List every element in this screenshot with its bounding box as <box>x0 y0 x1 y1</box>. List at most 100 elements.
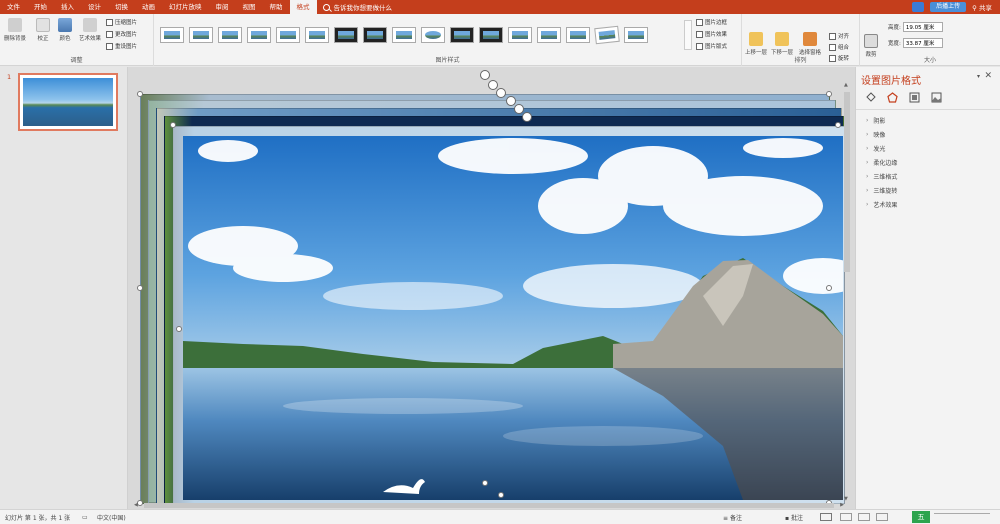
style-thumb[interactable] <box>392 27 416 43</box>
pane-options-icon[interactable]: ▾ <box>977 73 980 80</box>
tab-help[interactable]: 帮助 <box>263 0 290 14</box>
style-thumb[interactable] <box>624 27 648 43</box>
style-thumb[interactable] <box>566 27 590 43</box>
style-thumb[interactable] <box>421 27 445 43</box>
scroll-right-icon[interactable]: ▶ <box>840 502 844 508</box>
rotate-handle-icon[interactable] <box>522 112 532 122</box>
slide-thumbnail[interactable] <box>18 73 118 131</box>
tab-view[interactable]: 视图 <box>236 0 263 14</box>
tab-file[interactable]: 文件 <box>0 0 27 14</box>
comments-button[interactable]: ▪ 批注 <box>785 513 803 522</box>
height-input[interactable] <box>902 22 943 32</box>
picture-effects-button[interactable]: 图片效果 <box>696 30 727 38</box>
tab-format[interactable]: 格式 <box>289 0 317 14</box>
hscroll-thumb[interactable] <box>144 503 834 508</box>
style-thumb[interactable] <box>594 25 620 45</box>
rotate-handle-icon[interactable] <box>496 88 506 98</box>
style-thumb[interactable] <box>305 27 329 43</box>
horizontal-scrollbar[interactable]: ◀ ▶ <box>134 502 844 509</box>
rotate-button[interactable]: 旋转 <box>829 54 849 62</box>
tell-me-box[interactable]: 告诉我你想要做什么 <box>322 2 392 12</box>
style-thumb[interactable] <box>363 27 387 43</box>
pane-tabs <box>864 91 943 104</box>
picture-border-button[interactable]: 图片边框 <box>696 18 727 26</box>
reflection-section[interactable]: › 映像 <box>866 130 885 139</box>
reset-picture-button[interactable]: 重设图片 <box>106 42 137 50</box>
scroll-thumb[interactable] <box>844 92 850 272</box>
style-thumb[interactable] <box>508 27 532 43</box>
resize-handle[interactable] <box>498 492 504 498</box>
resize-handle[interactable] <box>826 285 832 291</box>
resize-handle[interactable] <box>482 480 488 486</box>
bring-forward-button[interactable]: 上移一层 <box>745 32 767 56</box>
color-button[interactable]: 颜色 <box>58 18 72 42</box>
ime-toolbar[interactable] <box>934 513 990 521</box>
resize-handle[interactable] <box>137 91 143 97</box>
compress-pictures-button[interactable]: 压缩图片 <box>106 18 137 26</box>
chevron-right-icon: › <box>866 131 869 138</box>
style-thumb[interactable] <box>479 27 503 43</box>
style-thumb[interactable] <box>276 27 300 43</box>
scroll-left-icon[interactable]: ◀ <box>134 502 138 508</box>
3d-format-section[interactable]: › 三维格式 <box>866 172 897 181</box>
tab-insert[interactable]: 插入 <box>54 0 81 14</box>
tab-transitions[interactable]: 切换 <box>108 0 135 14</box>
align-button[interactable]: 对齐 <box>829 32 849 40</box>
close-icon[interactable]: ✕ <box>984 71 992 81</box>
normal-view-icon[interactable] <box>820 513 832 521</box>
fill-line-tab[interactable] <box>864 91 877 104</box>
style-thumb[interactable] <box>450 27 474 43</box>
picture-layout-button[interactable]: 图片版式 <box>696 42 727 50</box>
style-thumb[interactable] <box>189 27 213 43</box>
width-input[interactable] <box>902 38 943 48</box>
group-button[interactable]: 组合 <box>829 43 849 51</box>
slide-sorter-icon[interactable] <box>840 513 852 521</box>
slideshow-view-icon[interactable] <box>876 513 888 521</box>
resize-handle[interactable] <box>176 326 182 332</box>
rotate-handle-icon[interactable] <box>480 70 490 80</box>
pane-divider <box>856 109 1000 110</box>
style-thumb[interactable] <box>160 27 184 43</box>
spellcheck-icon[interactable]: ▭ <box>82 514 88 521</box>
artistic-effects-section[interactable]: › 艺术效果 <box>866 200 897 209</box>
remove-background-button[interactable]: 删除背景 <box>4 18 26 42</box>
selection-pane-button[interactable]: 选择窗格 <box>799 32 821 56</box>
selection-pane-icon <box>803 32 817 46</box>
picture-tab[interactable] <box>930 91 943 104</box>
style-thumb[interactable] <box>218 27 242 43</box>
scroll-up-icon[interactable]: ▲ <box>844 82 850 88</box>
resize-handle[interactable] <box>137 285 143 291</box>
share-button[interactable]: ⚲ 共享 <box>972 2 992 12</box>
tab-home[interactable]: 开始 <box>27 0 54 14</box>
vertical-scrollbar[interactable]: ▲ ▼ <box>843 82 851 502</box>
3d-rotation-section[interactable]: › 三维旋转 <box>866 186 897 195</box>
soft-edges-section[interactable]: › 柔化边缘 <box>866 158 897 167</box>
upload-button[interactable]: 后播上传 <box>930 2 967 12</box>
glow-section[interactable]: › 发光 <box>866 144 885 153</box>
style-thumb[interactable] <box>334 27 358 43</box>
reading-view-icon[interactable] <box>858 513 870 521</box>
gallery-scrollbar[interactable] <box>684 20 692 50</box>
tab-review[interactable]: 审阅 <box>209 0 236 14</box>
corrections-button[interactable]: 校正 <box>36 18 50 42</box>
crop-button[interactable]: 裁剪 <box>864 34 878 58</box>
resize-handle[interactable] <box>170 122 176 128</box>
tab-slideshow[interactable]: 幻灯片放映 <box>162 0 209 14</box>
scroll-down-icon[interactable]: ▼ <box>844 496 850 502</box>
tab-design[interactable]: 设计 <box>81 0 108 14</box>
resize-handle[interactable] <box>826 91 832 97</box>
ime-indicator[interactable]: 五 <box>912 511 930 523</box>
effects-tab[interactable] <box>886 91 899 104</box>
tab-animations[interactable]: 动画 <box>135 0 162 14</box>
send-backward-button[interactable]: 下移一层 <box>771 32 793 56</box>
size-properties-tab[interactable] <box>908 91 921 104</box>
change-picture-button[interactable]: 更改图片 <box>106 30 137 38</box>
landscape-photo[interactable] <box>183 136 843 500</box>
artistic-effects-button[interactable]: 艺术效果 <box>79 18 101 42</box>
style-thumb[interactable] <box>537 27 561 43</box>
resize-handle[interactable] <box>835 122 841 128</box>
notes-button[interactable]: ≡ 备注 <box>723 513 742 522</box>
language-status[interactable]: 中文(中国) <box>97 513 126 522</box>
shadow-section[interactable]: › 阴影 <box>866 116 885 125</box>
style-thumb[interactable] <box>247 27 271 43</box>
